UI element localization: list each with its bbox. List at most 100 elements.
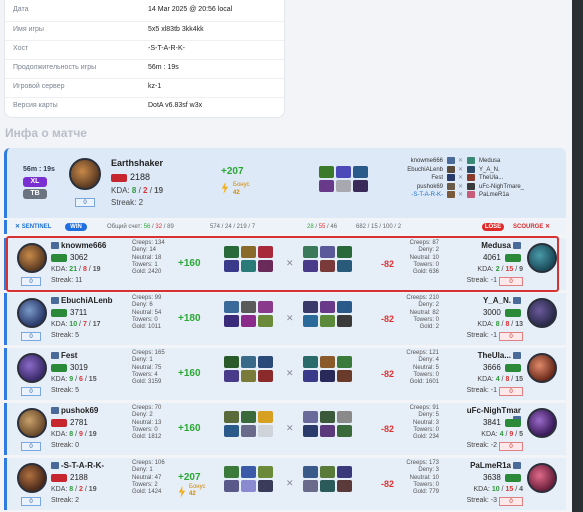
item-icon[interactable] xyxy=(224,356,239,368)
item-icon[interactable] xyxy=(303,246,318,258)
item-icon[interactable] xyxy=(258,480,273,492)
item-icon[interactable] xyxy=(337,370,352,382)
item-icon[interactable] xyxy=(337,356,352,368)
player-row[interactable]: 0 EbuchiALenb 3711 KDA: 10 / 7 / 17 Streak: … xyxy=(4,293,566,345)
player-row[interactable]: 0 -S-T-A-R-K- 2188 KDA: 8 / 2 / 19 Streak: 2… xyxy=(4,458,566,510)
item-icon[interactable] xyxy=(241,301,256,313)
item-icon[interactable] xyxy=(241,466,256,478)
item-icon[interactable] xyxy=(303,356,318,368)
item-icon[interactable] xyxy=(258,260,273,272)
item-icon[interactable] xyxy=(337,260,352,272)
item-icon[interactable] xyxy=(258,370,273,382)
hero-name[interactable]: Earthshaker xyxy=(111,158,163,168)
hero-avatar[interactable] xyxy=(17,298,47,328)
opponent-hero-avatar[interactable] xyxy=(527,408,557,438)
item-icon[interactable] xyxy=(303,370,318,382)
player-name[interactable]: Fest xyxy=(51,351,77,360)
item-icon[interactable] xyxy=(241,425,256,437)
player-right[interactable]: TheUla... xyxy=(479,174,503,182)
item-icon[interactable] xyxy=(224,411,239,423)
opponent-hero-avatar[interactable] xyxy=(527,243,557,273)
item-icon[interactable] xyxy=(303,480,318,492)
item-icon[interactable] xyxy=(319,180,334,192)
item-icon[interactable] xyxy=(224,301,239,313)
item-icon[interactable] xyxy=(258,466,273,478)
item-icon[interactable] xyxy=(241,480,256,492)
hero-avatar[interactable] xyxy=(17,353,47,383)
item-icon[interactable] xyxy=(224,246,239,258)
item-icon[interactable] xyxy=(241,411,256,423)
player-name[interactable]: pushok69 xyxy=(51,406,98,415)
item-icon[interactable] xyxy=(258,315,273,327)
item-icon[interactable] xyxy=(241,315,256,327)
item-icon[interactable] xyxy=(337,425,352,437)
item-icon[interactable] xyxy=(258,301,273,313)
scrollbar[interactable] xyxy=(572,0,583,512)
item-icon[interactable] xyxy=(224,466,239,478)
item-icon[interactable] xyxy=(320,370,335,382)
item-icon[interactable] xyxy=(320,480,335,492)
item-icon[interactable] xyxy=(320,411,335,423)
hero-avatar[interactable] xyxy=(17,408,47,438)
player-row[interactable]: 0 pushok69 2781 KDA: 8 / 9 / 19 Streak: 0 Cre… xyxy=(4,403,566,455)
item-icon[interactable] xyxy=(353,180,368,192)
opponent-name[interactable]: Y_A_N. xyxy=(457,296,521,305)
item-icon[interactable] xyxy=(241,370,256,382)
hero-avatar[interactable] xyxy=(69,158,101,190)
item-icon[interactable] xyxy=(319,166,334,178)
opponent-name[interactable]: PaLmeR1a xyxy=(457,461,521,470)
item-icon[interactable] xyxy=(337,246,352,258)
item-icon[interactable] xyxy=(337,411,352,423)
item-icon[interactable] xyxy=(353,166,368,178)
item-icon[interactable] xyxy=(258,246,273,258)
item-icon[interactable] xyxy=(337,466,352,478)
item-icon[interactable] xyxy=(337,480,352,492)
item-icon[interactable] xyxy=(320,246,335,258)
player-name[interactable]: EbuchiALenb xyxy=(51,296,113,305)
player-name[interactable]: knowme666 xyxy=(51,241,106,250)
item-icon[interactable] xyxy=(336,166,351,178)
item-icon[interactable] xyxy=(337,301,352,313)
player-left[interactable]: Fest xyxy=(431,174,443,182)
player-right[interactable]: uFc-NighTmare_ xyxy=(479,183,524,191)
item-icon[interactable] xyxy=(303,315,318,327)
item-icon[interactable] xyxy=(320,301,335,313)
player-right[interactable]: Medusa xyxy=(479,157,500,165)
item-icon[interactable] xyxy=(320,260,335,272)
item-icon[interactable] xyxy=(224,425,239,437)
item-icon[interactable] xyxy=(303,301,318,313)
opponent-name[interactable]: TheUla... xyxy=(457,351,521,360)
item-icon[interactable] xyxy=(320,315,335,327)
hero-avatar[interactable] xyxy=(17,463,47,493)
item-icon[interactable] xyxy=(224,315,239,327)
player-left[interactable]: -S-T-A-R-K- xyxy=(411,191,443,199)
item-icon[interactable] xyxy=(241,246,256,258)
player-left[interactable]: pushok69 xyxy=(417,183,443,191)
item-icon[interactable] xyxy=(303,425,318,437)
item-icon[interactable] xyxy=(303,260,318,272)
player-right[interactable]: PaLmeR1a xyxy=(479,191,509,199)
item-icon[interactable] xyxy=(337,315,352,327)
item-icon[interactable] xyxy=(258,411,273,423)
opponent-hero-avatar[interactable] xyxy=(527,298,557,328)
opponent-hero-avatar[interactable] xyxy=(527,463,557,493)
opponent-hero-avatar[interactable] xyxy=(527,353,557,383)
item-icon[interactable] xyxy=(336,180,351,192)
item-icon[interactable] xyxy=(303,411,318,423)
item-icon[interactable] xyxy=(320,356,335,368)
item-icon[interactable] xyxy=(224,260,239,272)
item-icon[interactable] xyxy=(224,370,239,382)
item-icon[interactable] xyxy=(241,260,256,272)
player-left[interactable]: knowme666 xyxy=(411,157,443,165)
item-icon[interactable] xyxy=(241,356,256,368)
player-left[interactable]: EbuchiALenb xyxy=(407,166,443,174)
hero-avatar[interactable] xyxy=(17,243,47,273)
player-row[interactable]: 0 Fest 3019 KDA: 9 / 6 / 15 Streak: 5 Creeps:… xyxy=(4,348,566,400)
item-icon[interactable] xyxy=(320,466,335,478)
item-icon[interactable] xyxy=(258,425,273,437)
item-icon[interactable] xyxy=(320,425,335,437)
opponent-name[interactable]: Medusa xyxy=(457,241,521,250)
player-right[interactable]: Y_A_N. xyxy=(479,166,500,174)
item-icon[interactable] xyxy=(224,480,239,492)
player-row[interactable]: 0 knowme666 3062 KDA: 21 / 8 / 19 Streak: 11… xyxy=(4,238,566,290)
